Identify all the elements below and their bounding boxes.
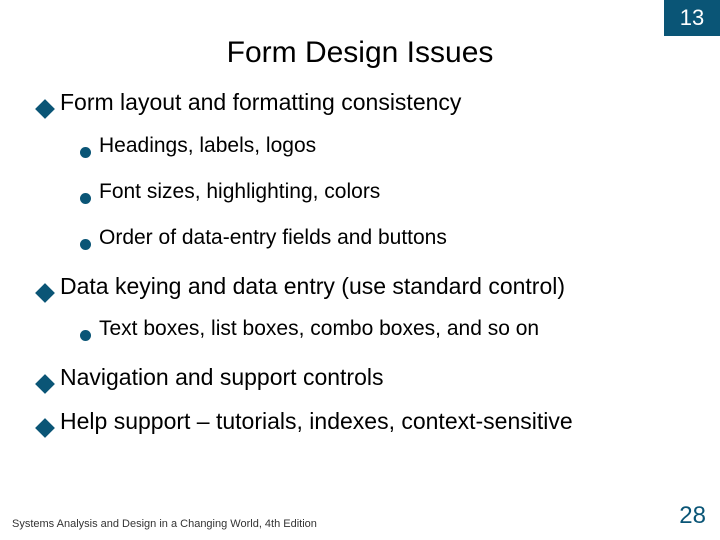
bullet-text: Headings, labels, logos xyxy=(99,133,316,159)
circle-icon xyxy=(80,231,91,257)
bullet-text: Data keying and data entry (use standard… xyxy=(60,272,565,301)
slide-content: Form layout and formatting consistency H… xyxy=(0,88,720,442)
bullet-level2: Font sizes, highlighting, colors xyxy=(80,179,690,211)
bullet-text: Help support – tutorials, indexes, conte… xyxy=(60,407,573,436)
bullet-text: Order of data-entry fields and buttons xyxy=(99,225,447,251)
bullet-level2: Text boxes, list boxes, combo boxes, and… xyxy=(80,316,690,348)
chapter-badge: 13 xyxy=(664,0,720,36)
circle-icon xyxy=(80,139,91,165)
bullet-level1: Help support – tutorials, indexes, conte… xyxy=(38,407,690,442)
sub-bullet-group: Text boxes, list boxes, combo boxes, and… xyxy=(38,316,690,348)
bullet-level2: Order of data-entry fields and buttons xyxy=(80,225,690,257)
bullet-level1: Navigation and support controls xyxy=(38,363,690,398)
sub-bullet-group: Headings, labels, logos Font sizes, high… xyxy=(38,133,690,258)
slide-title: Form Design Issues xyxy=(0,0,720,88)
diamond-icon xyxy=(38,369,52,398)
chapter-number: 13 xyxy=(680,5,704,31)
bullet-text: Font sizes, highlighting, colors xyxy=(99,179,380,205)
diamond-icon xyxy=(38,278,52,307)
slide-footer: Systems Analysis and Design in a Changin… xyxy=(12,502,706,530)
bullet-level2: Headings, labels, logos xyxy=(80,133,690,165)
circle-icon xyxy=(80,185,91,211)
footer-text: Systems Analysis and Design in a Changin… xyxy=(12,518,317,530)
bullet-text: Navigation and support controls xyxy=(60,363,383,392)
bullet-level1: Data keying and data entry (use standard… xyxy=(38,272,690,307)
circle-icon xyxy=(80,322,91,348)
page-number: 28 xyxy=(679,502,706,530)
bullet-text: Form layout and formatting consistency xyxy=(60,88,461,117)
diamond-icon xyxy=(38,94,52,123)
bullet-level1: Form layout and formatting consistency xyxy=(38,88,690,123)
diamond-icon xyxy=(38,413,52,442)
bullet-text: Text boxes, list boxes, combo boxes, and… xyxy=(99,316,539,342)
